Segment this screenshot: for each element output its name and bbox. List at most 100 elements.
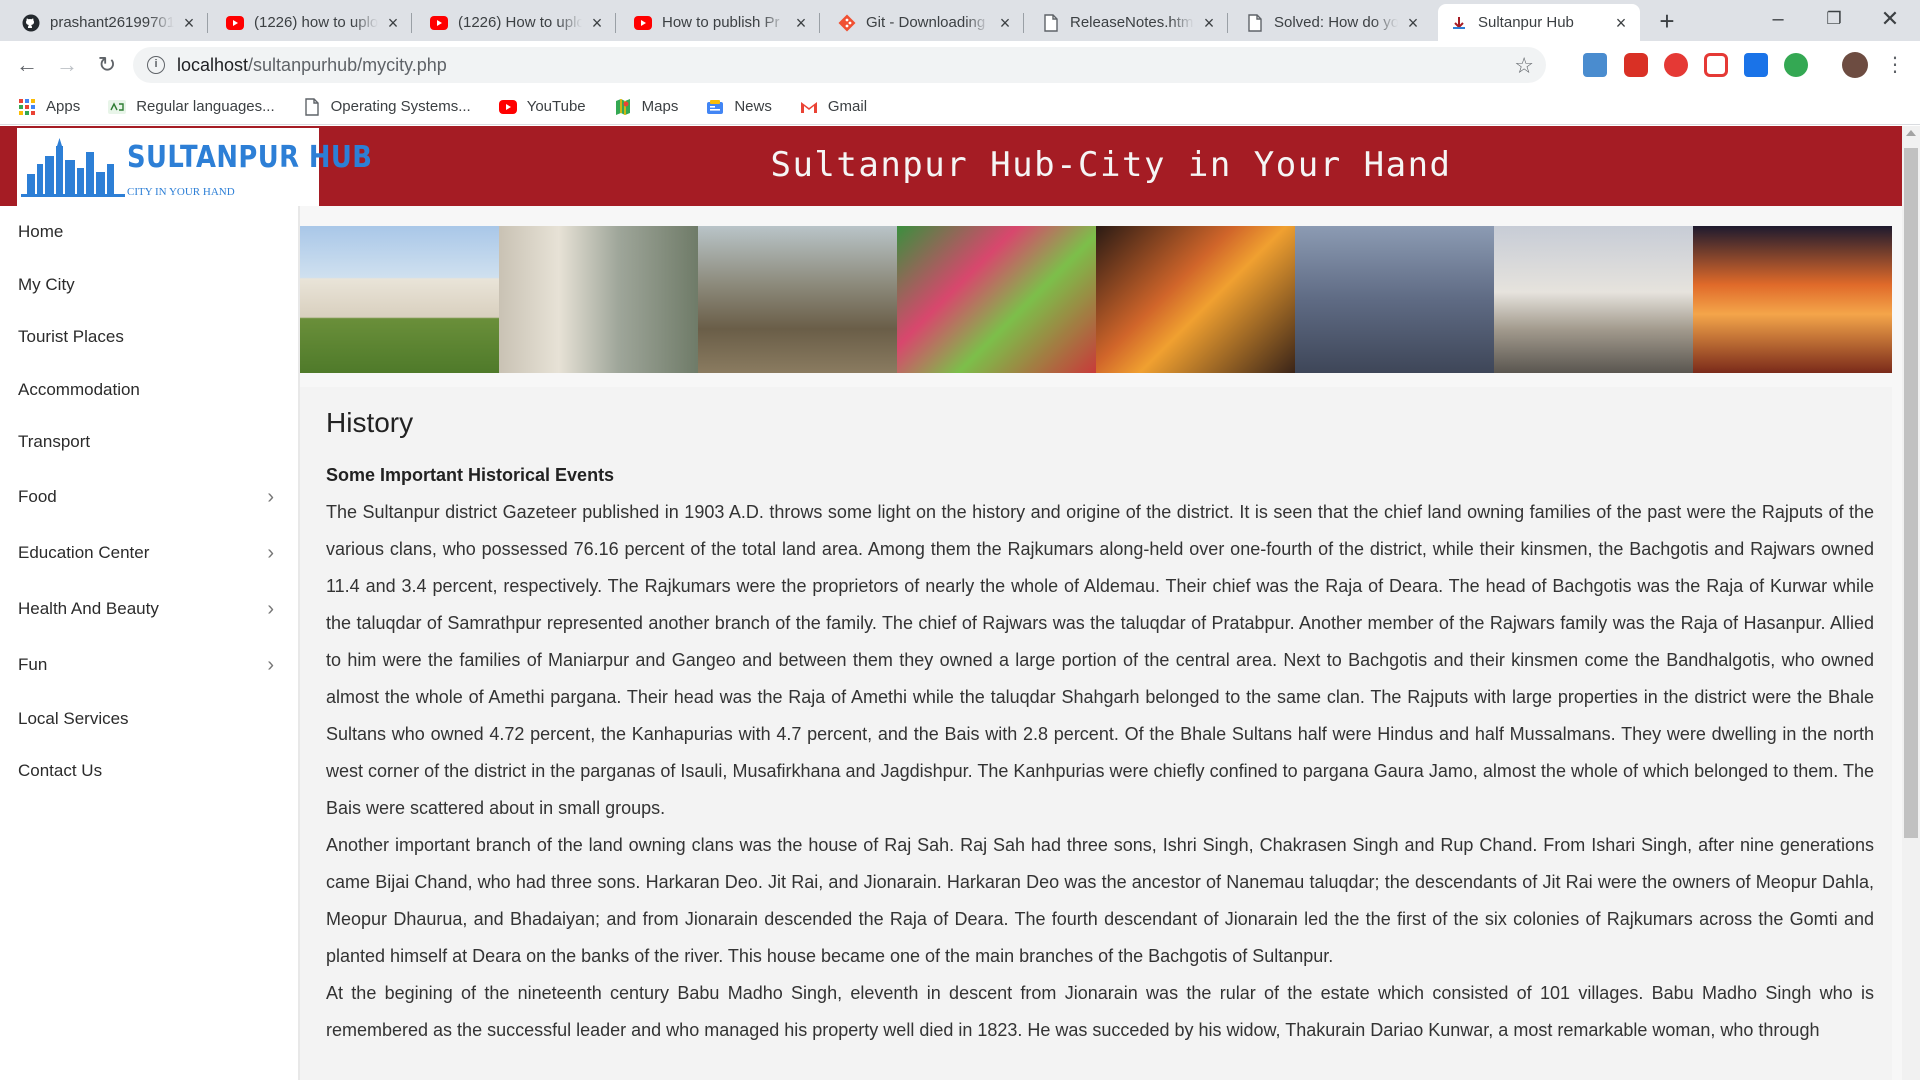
bookmark-label: News <box>734 98 772 115</box>
sidebar-item-health-and-beauty[interactable]: Health And Beauty › <box>0 581 298 637</box>
address-bar[interactable]: i localhost/sultanpurhub/mycity.php ☆ <box>133 47 1546 83</box>
sidebar-item-home[interactable]: Home <box>0 206 298 259</box>
browser-tab[interactable]: Solved: How do yo × <box>1234 4 1432 41</box>
sidebar-item-local-services[interactable]: Local Services <box>0 693 298 746</box>
chevron-right-icon: › <box>267 485 274 508</box>
sidebar-item-food[interactable]: Food › <box>0 469 298 525</box>
extension-icon[interactable] <box>1624 53 1648 77</box>
maps-icon <box>614 98 632 116</box>
document-icon <box>303 97 321 116</box>
close-icon[interactable]: × <box>792 14 810 32</box>
youtube-icon <box>226 14 244 32</box>
sidebar-item-label: My City <box>18 274 75 294</box>
bookmark-label: YouTube <box>526 98 586 115</box>
bookmark-regular-languages[interactable]: Regular languages... <box>108 98 275 116</box>
sidebar-item-accommodation[interactable]: Accommodation <box>0 364 298 417</box>
browser-tab[interactable]: (1226) how to uplo × <box>214 4 412 41</box>
document-icon <box>1246 13 1264 32</box>
browser-tab[interactable]: ReleaseNotes.html × <box>1030 4 1228 41</box>
forward-button[interactable]: → <box>52 50 82 80</box>
sidebar-item-label: Home <box>18 222 64 241</box>
bookmark-news[interactable]: News <box>706 98 772 116</box>
banner-photo <box>300 226 499 373</box>
minimize-button[interactable]: – <box>1750 0 1806 41</box>
section-subheading: Some Important Historical Events <box>326 465 615 485</box>
extension-icon[interactable] <box>1744 53 1768 77</box>
url-text: localhost/sultanpurhub/mycity.php <box>177 55 447 76</box>
tab-title: How to publish Pr <box>662 14 780 31</box>
sidebar-item-transport[interactable]: Transport <box>0 416 298 469</box>
bookmarks-bar: Apps Regular languages... Operating Syst… <box>0 89 1920 125</box>
site-logo[interactable]: SULTANPUR HUB CITY IN YOUR HAND <box>17 128 372 206</box>
city-skyline-icon <box>21 138 125 197</box>
browser-tab[interactable]: (1226) How to uplo × <box>418 4 616 41</box>
bookmark-apps[interactable]: Apps <box>18 98 80 116</box>
apps-grid-icon <box>18 98 36 116</box>
bookmark-gmail[interactable]: Gmail <box>800 98 867 116</box>
chevron-right-icon: › <box>267 653 274 676</box>
site-header-title: Sultanpur Hub-City in Your Hand <box>770 145 1452 185</box>
tab-title: Solved: How do yo <box>1274 14 1398 31</box>
chevron-right-icon: › <box>267 541 274 564</box>
document-icon <box>1042 13 1060 32</box>
youtube-icon <box>498 98 517 116</box>
bookmark-operating-systems[interactable]: Operating Systems... <box>303 97 471 116</box>
close-icon[interactable]: × <box>1404 14 1422 32</box>
bookmark-maps[interactable]: Maps <box>614 98 678 116</box>
browser-tab[interactable]: prashant26199701 × <box>10 4 208 41</box>
browser-tab[interactable]: How to publish Pr × <box>622 4 820 41</box>
extension-icon[interactable] <box>1664 53 1688 77</box>
site-favicon <box>1450 14 1468 32</box>
news-icon <box>706 98 724 116</box>
tab-title: (1226) How to uplo <box>458 14 582 31</box>
sidebar-item-label: Contact Us <box>18 761 103 780</box>
bookmark-star-icon[interactable]: ☆ <box>1514 53 1534 79</box>
sidebar-item-fun[interactable]: Fun › <box>0 637 298 693</box>
close-icon[interactable]: × <box>1612 14 1630 32</box>
tab-title: Sultanpur Hub <box>1478 14 1574 31</box>
close-icon[interactable]: × <box>180 14 198 32</box>
extension-icon[interactable] <box>1704 53 1728 77</box>
sidebar-item-label: Health And Beauty <box>18 598 159 618</box>
main-content: History Some Important Historical Events… <box>300 206 1902 1080</box>
info-icon[interactable]: i <box>147 56 165 74</box>
close-icon[interactable]: × <box>996 14 1014 32</box>
sidebar-item-education-center[interactable]: Education Center › <box>0 525 298 581</box>
close-icon[interactable]: × <box>588 14 606 32</box>
banner-photo <box>1693 226 1892 373</box>
logo-tagline: CITY IN YOUR HAND <box>127 186 235 198</box>
scrollbar-thumb[interactable] <box>1904 148 1918 838</box>
banner-photo <box>1096 226 1295 373</box>
extension-icon[interactable] <box>1784 53 1808 77</box>
page-scrollbar[interactable] <box>1902 126 1920 1080</box>
menu-kebab-icon[interactable]: ⋮ <box>1880 50 1910 80</box>
bookmark-youtube[interactable]: YouTube <box>498 98 586 116</box>
extension-icon[interactable] <box>1583 53 1607 77</box>
avatar[interactable] <box>1842 52 1868 78</box>
browser-tab-strip: prashant26199701 × (1226) how to uplo × … <box>0 0 1920 41</box>
url-host: localhost <box>177 54 249 75</box>
page-viewport: SULTANPUR HUB CITY IN YOUR HAND Sultanpu… <box>0 126 1902 1080</box>
new-tab-button[interactable]: + <box>1651 6 1683 38</box>
back-button[interactable]: ← <box>12 50 42 80</box>
article-paragraph: Another important branch of the land own… <box>326 835 1874 966</box>
sidebar-item-label: Transport <box>18 432 91 451</box>
reload-button[interactable]: ↻ <box>92 50 122 80</box>
youtube-icon <box>634 14 652 32</box>
tab-title: Git - Downloading <box>866 14 986 31</box>
browser-tab[interactable]: Git - Downloading × <box>826 4 1024 41</box>
chevron-right-icon: › <box>267 597 274 620</box>
article-paragraph: At the begining of the nineteenth centur… <box>326 983 1874 1040</box>
history-article: History Some Important Historical Events… <box>300 387 1892 1080</box>
scroll-up-arrow-icon[interactable] <box>1906 130 1916 136</box>
close-icon[interactable]: × <box>1200 14 1218 32</box>
close-icon[interactable]: × <box>384 14 402 32</box>
restore-button[interactable]: ❐ <box>1806 0 1862 41</box>
browser-tab-active[interactable]: Sultanpur Hub × <box>1438 4 1640 41</box>
sidebar-item-tourist-places[interactable]: Tourist Places <box>0 311 298 364</box>
sidebar-nav: Home My City Tourist Places Accommodatio… <box>0 206 300 1080</box>
close-window-button[interactable]: ✕ <box>1862 0 1918 41</box>
sidebar-item-contact-us[interactable]: Contact Us <box>0 745 298 798</box>
sidebar-item-my-city[interactable]: My City <box>0 259 298 312</box>
city-photo-banner <box>300 226 1892 373</box>
